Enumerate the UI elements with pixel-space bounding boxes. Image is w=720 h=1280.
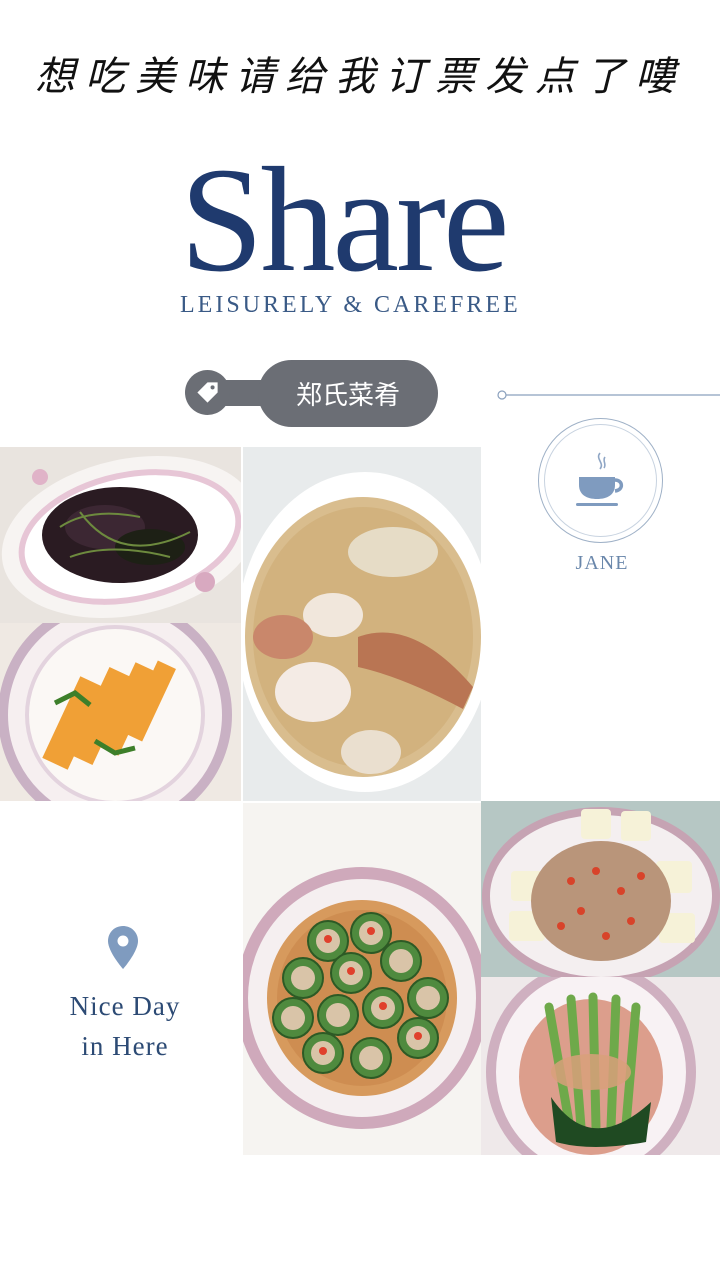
location-caption: Nice Day in Here	[40, 986, 210, 1066]
food-photo-soup	[243, 447, 481, 801]
location-pin-icon	[108, 926, 138, 969]
coffee-cup-icon	[575, 451, 623, 506]
tag-label[interactable]: 郑氏菜肴	[258, 360, 438, 427]
profile-badge[interactable]	[538, 418, 663, 543]
caption-line-1: Nice Day	[69, 991, 181, 1021]
food-photo-stuffed-melon	[243, 803, 481, 1155]
tag-icon	[197, 382, 218, 403]
header-tagline: 想吃美味请给我订票发点了嘍	[35, 54, 685, 100]
food-photo-minced-meat	[481, 801, 720, 977]
brand-subtitle: LEISURELY & CAREFREE	[180, 292, 521, 318]
food-photo-choy-sum	[481, 977, 720, 1155]
tag-icon-badge[interactable]	[185, 370, 230, 415]
brand-title: Share	[180, 137, 510, 303]
divider-line	[497, 390, 720, 400]
profile-name: JANE	[575, 552, 629, 574]
food-photo-pumpkin	[0, 623, 241, 801]
food-photo-greens	[0, 447, 241, 623]
caption-line-2: in Here	[81, 1031, 169, 1061]
